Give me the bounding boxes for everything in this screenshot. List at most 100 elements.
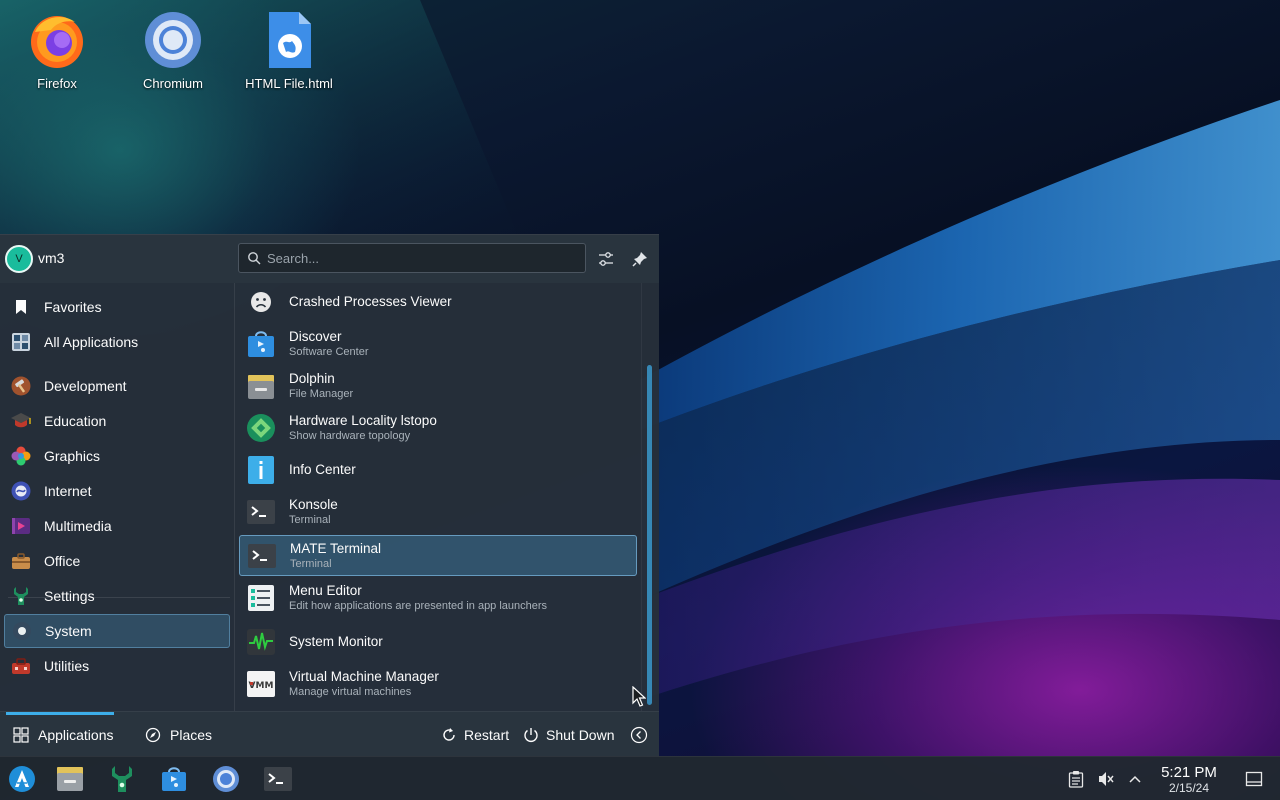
settings-wrench-icon <box>10 585 32 607</box>
discover-icon <box>162 767 186 791</box>
search-icon <box>248 252 261 265</box>
category-label: Multimedia <box>44 518 112 534</box>
app-name: Hardware Locality lstopo <box>289 412 437 428</box>
desktop-icon-chromium[interactable]: Chromium <box>118 10 228 91</box>
briefcase-icon <box>10 550 32 572</box>
app-name: Discover <box>289 328 342 344</box>
desktop-icon-firefox[interactable]: Firefox <box>2 10 112 91</box>
system-icon <box>11 620 33 642</box>
app-hardware-locality[interactable]: Hardware Locality lstopo Show hardware to… <box>239 407 637 448</box>
category-development[interactable]: Development <box>4 369 230 403</box>
sad-face-icon <box>246 287 276 317</box>
taskbar-discover[interactable] <box>158 763 190 795</box>
app-description: Software Center <box>289 345 369 358</box>
category-label: Settings <box>44 588 95 604</box>
username: vm3 <box>38 250 65 266</box>
taskbar-chromium[interactable] <box>210 763 242 795</box>
restart-icon <box>440 726 458 744</box>
firefox-icon <box>31 16 83 68</box>
app-description: Manage virtual machines <box>289 685 412 698</box>
application-launcher-button[interactable] <box>6 763 38 795</box>
settings-wrench-icon <box>112 766 132 792</box>
app-name: Virtual Machine Manager <box>289 668 439 684</box>
category-system[interactable]: System <box>4 614 230 648</box>
category-label: Favorites <box>44 299 102 315</box>
search-input[interactable] <box>267 244 577 272</box>
chevron-up-icon <box>1129 775 1141 783</box>
taskbar-terminal[interactable] <box>262 763 294 795</box>
desktop-icon-label: Chromium <box>143 76 203 91</box>
app-name: Konsole <box>289 496 338 512</box>
graduation-cap-icon <box>10 410 32 432</box>
launcher-divider <box>234 283 235 711</box>
category-label: Education <box>44 413 107 429</box>
search-box[interactable] <box>238 243 586 273</box>
app-name: Menu Editor <box>289 582 362 598</box>
category-all-applications[interactable]: All Applications <box>4 325 230 359</box>
multimedia-icon <box>10 515 32 537</box>
app-dolphin[interactable]: Dolphin File Manager <box>239 365 637 406</box>
app-konsole[interactable]: Konsole Terminal <box>239 491 637 532</box>
show-desktop-button[interactable] <box>1244 769 1264 789</box>
app-discover[interactable]: Discover Software Center <box>239 323 637 364</box>
app-menu-editor[interactable]: Menu Editor Edit how applications are pre… <box>239 577 637 618</box>
scroll-track <box>641 283 642 711</box>
shutdown-button[interactable]: Shut Down <box>522 712 614 758</box>
app-description: Terminal <box>290 557 332 570</box>
app-crashed-processes-viewer[interactable]: Crashed Processes Viewer <box>239 281 637 322</box>
discover-icon <box>246 329 276 359</box>
category-graphics[interactable]: Graphics <box>4 439 230 473</box>
category-multimedia[interactable]: Multimedia <box>4 509 230 543</box>
category-internet[interactable]: Internet <box>4 474 230 508</box>
terminal-icon <box>247 541 277 571</box>
category-favorites[interactable]: Favorites <box>4 290 230 324</box>
vmm-icon: VMM <box>246 669 276 699</box>
category-settings[interactable]: Settings <box>4 579 230 613</box>
terminal-icon <box>264 767 292 791</box>
grid-icon <box>12 726 30 744</box>
restart-label: Restart <box>464 727 510 743</box>
avatar[interactable]: V <box>5 245 33 273</box>
digital-clock[interactable]: 5:21 PM 2/15/24 <box>1150 764 1228 795</box>
tab-places[interactable]: Places <box>144 712 212 758</box>
app-system-monitor[interactable]: System Monitor <box>239 621 637 662</box>
compass-icon <box>144 726 162 744</box>
app-info-center[interactable]: Info Center <box>239 449 637 490</box>
configure-button[interactable] <box>594 247 618 271</box>
application-launcher-icon <box>9 766 35 792</box>
show-desktop-icon <box>1245 771 1263 787</box>
launcher-footer: Applications Places Restart Shut Down <box>0 711 659 757</box>
internet-icon <box>10 480 32 502</box>
app-virtual-machine-manager[interactable]: VMM Virtual Machine Manager Manage virtua… <box>239 663 637 704</box>
chromium-icon <box>213 766 239 792</box>
category-utilities[interactable]: Utilities <box>4 649 230 683</box>
info-icon <box>246 455 276 485</box>
tray-clipboard[interactable] <box>1066 769 1086 789</box>
category-label: All Applications <box>44 334 139 350</box>
desktop-icon-html-file[interactable]: HTML File.html <box>234 10 344 91</box>
app-description: Show hardware topology <box>289 429 411 442</box>
category-office[interactable]: Office <box>4 544 230 578</box>
tray-volume[interactable] <box>1096 769 1116 789</box>
taskbar-dolphin[interactable] <box>54 763 86 795</box>
restart-button[interactable]: Restart <box>440 712 509 758</box>
pin-icon <box>632 252 647 267</box>
category-label: Utilities <box>44 658 90 674</box>
category-education[interactable]: Education <box>4 404 230 438</box>
app-mate-terminal[interactable]: MATE Terminal Terminal <box>239 535 637 576</box>
tray-expander[interactable] <box>1125 769 1145 789</box>
chromium-icon <box>145 12 201 68</box>
scrollbar[interactable] <box>647 365 652 705</box>
app-name: Dolphin <box>289 370 335 386</box>
all-apps-icon <box>10 331 32 353</box>
graphics-icon <box>10 445 32 467</box>
dolphin-icon <box>57 767 83 791</box>
leave-menu-button[interactable] <box>630 712 654 758</box>
pin-button[interactable] <box>628 247 652 271</box>
volume-muted-icon <box>1099 772 1114 786</box>
toolbox-icon <box>10 655 32 677</box>
app-name: Info Center <box>289 461 356 477</box>
category-label: Office <box>44 553 81 569</box>
tab-applications[interactable]: Applications <box>6 712 114 758</box>
taskbar-system-settings[interactable] <box>106 763 138 795</box>
